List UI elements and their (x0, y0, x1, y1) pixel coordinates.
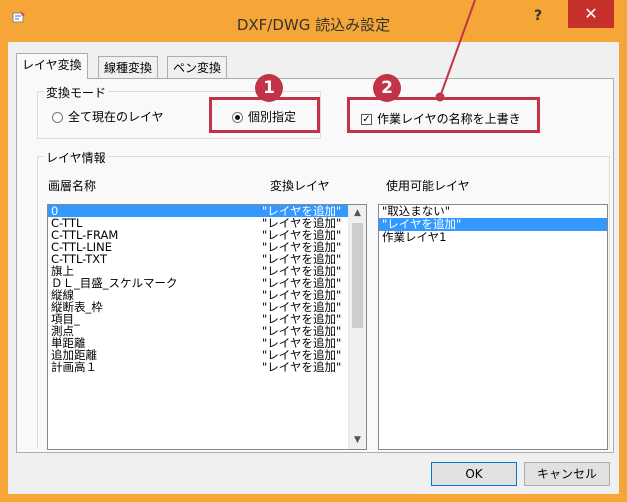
highlight-box-2 (347, 97, 540, 133)
available-layer-list[interactable]: "取込まない" "レイヤを追加" 作業レイヤ1 (378, 204, 608, 450)
close-button[interactable]: ✕ (568, 0, 614, 28)
radio-off-icon (52, 112, 63, 123)
layer-list-scrollbar[interactable]: ▲ ▼ (348, 205, 366, 449)
tab-layer-convert[interactable]: レイヤ変換 (16, 53, 88, 79)
col-available-layer: 使用可能レイヤ (386, 179, 470, 193)
tab-panel: 変換モード 全て現在のレイヤ 個別指定 1 ✓ 作業レイヤの名称を上書き 2 レイ… (16, 74, 614, 453)
marker-2: 2 (373, 74, 401, 102)
conversion-mode-title: 変換モード (44, 84, 109, 101)
radio-all-current-layer[interactable]: 全て現在のレイヤ (52, 108, 164, 125)
convert-layer: "レイヤを追加" (262, 360, 342, 374)
cancel-button[interactable]: キャンセル (524, 462, 610, 486)
help-button[interactable]: ? (520, 4, 556, 28)
list-item[interactable]: 作業レイヤ1 (379, 231, 607, 244)
tab-pen-convert[interactable]: ペン変換 (167, 56, 228, 79)
scroll-up-icon[interactable]: ▲ (349, 205, 366, 222)
scroll-down-icon[interactable]: ▼ (349, 432, 366, 449)
table-row[interactable]: 計画高１ "レイヤを追加" (48, 361, 366, 373)
ok-button[interactable]: OK (431, 462, 517, 486)
dialog-window: DXF/DWG 読込み設定 ? ✕ レイヤ変換 線種変換 ペン変換 変換モード … (0, 0, 627, 502)
layer-info-group: レイヤ情報 画層名称 変換レイヤ 使用可能レイヤ 0 "レイヤを追加" C-TTL… (37, 149, 610, 450)
layer-mapping-list[interactable]: 0 "レイヤを追加" C-TTL "レイヤを追加" C-TTL-FRAM "レイヤを追… (47, 204, 367, 450)
title-bar[interactable]: DXF/DWG 読込み設定 ? ✕ (0, 0, 627, 42)
layer-name: 計画高１ (51, 360, 97, 374)
highlight-box-1 (209, 97, 320, 133)
dialog-client: レイヤ変換 線種変換 ペン変換 変換モード 全て現在のレイヤ 個別指定 1 ✓ 作… (8, 42, 619, 494)
col-convert-layer: 変換レイヤ (270, 179, 330, 193)
layer-info-title: レイヤ情報 (44, 149, 108, 166)
tab-linetype-convert[interactable]: 線種変換 (98, 56, 159, 79)
marker-1: 1 (255, 74, 283, 102)
scroll-thumb[interactable] (352, 223, 363, 328)
radio-all-current-layer-label: 全て現在のレイヤ (68, 110, 164, 124)
col-layer-name: 画層名称 (48, 179, 97, 193)
